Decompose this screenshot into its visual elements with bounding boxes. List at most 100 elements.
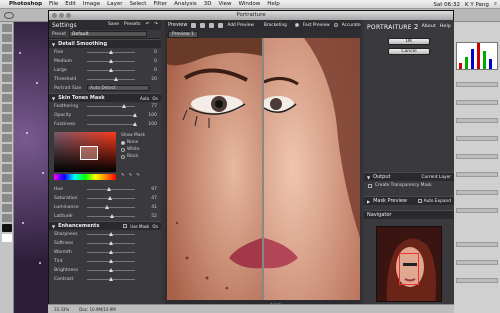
radio-none[interactable] xyxy=(121,140,125,145)
crop-tool-icon[interactable] xyxy=(2,64,12,72)
transparency-checkbox[interactable] xyxy=(368,183,372,188)
slider-thumb[interactable] xyxy=(109,68,113,72)
menu-edit[interactable]: Edit xyxy=(65,1,76,7)
portrait-size-select[interactable]: Auto Detect xyxy=(87,85,149,91)
gradient-tool-icon[interactable] xyxy=(2,134,12,142)
menu-analysis[interactable]: Analysis xyxy=(174,1,197,7)
fast-preview-radio[interactable] xyxy=(294,23,299,27)
eyedropper-plus-icon[interactable]: ✎ xyxy=(129,173,133,178)
slider-thumb[interactable] xyxy=(104,205,109,209)
eyedropper-minus-icon[interactable]: ✎ xyxy=(136,173,140,178)
cancel-button[interactable]: Cancel xyxy=(388,48,430,55)
panel-row[interactable] xyxy=(456,172,498,177)
slider-thumb[interactable] xyxy=(109,241,113,245)
slider-value[interactable]: 100 xyxy=(143,113,157,118)
side-by-side-icon[interactable] xyxy=(209,22,215,28)
stamp-tool-icon[interactable] xyxy=(2,104,12,112)
collapse-triangle-icon[interactable]: ▼ xyxy=(367,175,370,180)
menu-image[interactable]: Image xyxy=(83,1,100,7)
use-mask-checkbox[interactable] xyxy=(123,224,128,228)
slider-value[interactable]: 0 xyxy=(143,59,157,64)
slider-thumb[interactable] xyxy=(109,50,113,54)
collapse-triangle-icon[interactable]: ▼ xyxy=(52,96,55,101)
panel-row[interactable] xyxy=(456,136,498,141)
history-brush-icon[interactable] xyxy=(2,114,12,122)
healing-tool-icon[interactable] xyxy=(2,84,12,92)
dodge-tool-icon[interactable] xyxy=(2,154,12,162)
brush-tool-icon[interactable] xyxy=(2,94,12,102)
eyedropper-icon[interactable]: ✎ xyxy=(121,173,125,178)
slider-thumb[interactable] xyxy=(113,77,118,81)
slider-thumb[interactable] xyxy=(109,232,113,236)
slider-thumb[interactable] xyxy=(109,277,113,281)
slider-thumb[interactable] xyxy=(121,104,126,108)
hand-tool-icon[interactable] xyxy=(2,204,12,212)
radio-white[interactable] xyxy=(121,147,125,152)
skin-tones-header[interactable]: ▼ Skin Tones Mask Auto On xyxy=(49,93,161,102)
menu-select[interactable]: Select xyxy=(130,1,147,7)
mask-preview-header[interactable]: ▶ Mask Preview Auto Expand xyxy=(364,196,454,205)
panel-row[interactable] xyxy=(456,242,498,247)
move-tool-icon[interactable] xyxy=(2,24,12,32)
slider-value[interactable]: 52 xyxy=(143,214,157,219)
slider-value[interactable]: 0 xyxy=(143,50,157,55)
menu-layer[interactable]: Layer xyxy=(107,1,122,7)
slider-value[interactable]: 20 xyxy=(143,77,157,82)
slider-thumb[interactable] xyxy=(109,59,113,63)
eyedropper-tool-icon[interactable] xyxy=(2,74,12,82)
menu-filter[interactable]: Filter xyxy=(153,1,167,7)
mask-selection-box[interactable] xyxy=(80,146,98,160)
split-view-icon[interactable] xyxy=(200,22,206,28)
shape-tool-icon[interactable] xyxy=(2,194,12,202)
zoom-tool-side-icon[interactable] xyxy=(2,214,12,222)
collapse-triangle-icon[interactable]: ▼ xyxy=(52,42,55,47)
menu-help[interactable]: Help xyxy=(267,1,280,7)
redo-icon[interactable]: ↷ xyxy=(154,22,158,27)
slider-track[interactable] xyxy=(87,106,135,107)
bracketing-button[interactable]: Bracketing xyxy=(264,23,287,28)
slider-thumb[interactable] xyxy=(109,268,113,272)
skin-tones-auto-select[interactable]: Auto xyxy=(140,96,149,101)
menu-window[interactable]: Window xyxy=(239,1,261,7)
undo-icon[interactable]: ↶ xyxy=(145,22,149,27)
user-name[interactable]: K Y Pang xyxy=(465,2,489,8)
tab-preview-1[interactable]: Preview 1 xyxy=(168,30,198,38)
help-button[interactable]: Help xyxy=(440,24,451,29)
zoom-icon[interactable] xyxy=(66,13,71,18)
panel-row[interactable] xyxy=(456,190,498,195)
pen-tool-icon[interactable] xyxy=(2,164,12,172)
navigator-view-box[interactable] xyxy=(399,253,419,285)
hue-strip[interactable] xyxy=(54,174,116,180)
preview-result-image[interactable] xyxy=(264,38,360,300)
slider-track[interactable] xyxy=(87,115,135,116)
slider-value[interactable]: 0 xyxy=(143,68,157,73)
menu-app[interactable]: Photoshop xyxy=(9,1,42,7)
path-select-icon[interactable] xyxy=(2,184,12,192)
slider-track[interactable] xyxy=(87,189,135,190)
panel-row[interactable] xyxy=(456,82,498,87)
slider-thumb[interactable] xyxy=(133,122,137,126)
slider-value[interactable]: 97 xyxy=(143,187,157,192)
skin-tones-on-toggle[interactable]: On xyxy=(152,96,158,101)
enhancements-on-toggle[interactable]: On xyxy=(152,224,158,229)
slider-thumb[interactable] xyxy=(133,113,137,117)
collapse-triangle-icon[interactable]: ▶ xyxy=(367,199,370,204)
slider-track[interactable] xyxy=(87,124,135,125)
slider-thumb[interactable] xyxy=(109,250,113,254)
close-icon[interactable] xyxy=(52,13,57,18)
lasso-tool-icon[interactable] xyxy=(2,44,12,52)
auto-expand-checkbox[interactable] xyxy=(417,199,422,203)
panel-row[interactable] xyxy=(456,154,498,159)
foreground-color-swatch[interactable] xyxy=(2,224,12,232)
preview-original-image[interactable] xyxy=(167,38,262,300)
slider-value[interactable]: 100 xyxy=(143,122,157,127)
menu-file[interactable]: File xyxy=(49,1,58,7)
zoom-tool-icon[interactable] xyxy=(4,12,14,19)
single-view-icon[interactable] xyxy=(191,22,197,28)
type-tool-icon[interactable] xyxy=(2,174,12,182)
slider-thumb[interactable] xyxy=(109,214,114,218)
accurate-radio[interactable] xyxy=(333,23,338,27)
add-preview-button[interactable]: Add Preview xyxy=(227,23,253,28)
blur-tool-icon[interactable] xyxy=(2,144,12,152)
menu-3d[interactable]: 3D xyxy=(204,1,212,7)
